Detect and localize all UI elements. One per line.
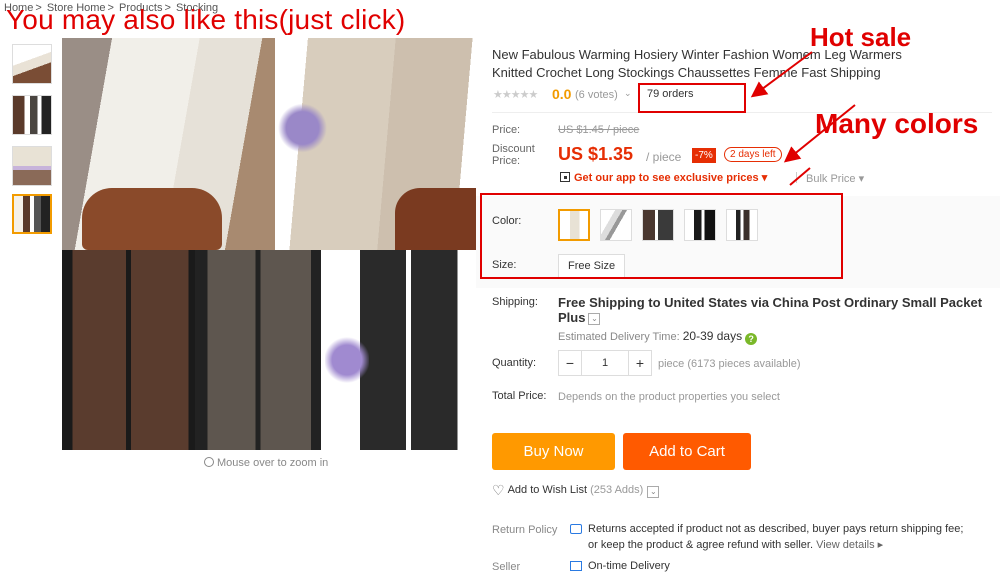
return-policy-label: Return Policy bbox=[492, 524, 558, 536]
quantity-label: Quantity: bbox=[492, 357, 537, 369]
quantity-available: piece (6173 pieces available) bbox=[658, 358, 801, 370]
arrow-many-colors-tail bbox=[789, 167, 811, 186]
estimated-delivery: Estimated Delivery Time: 20-39 days? bbox=[558, 329, 758, 345]
return-policy-text-2: or keep the product & agree refund with … bbox=[588, 539, 884, 551]
annotation-many-colors: Many colors bbox=[815, 108, 979, 139]
help-icon[interactable]: ? bbox=[745, 333, 758, 345]
buy-now-button[interactable]: Buy Now bbox=[492, 433, 615, 470]
on-time-delivery: On-time Delivery bbox=[588, 560, 670, 572]
return-policy-text: Returns accepted if product not as descr… bbox=[588, 523, 964, 535]
shipping-method[interactable]: Free Shipping to United States via China… bbox=[558, 295, 998, 325]
add-to-wishlist[interactable]: ♡ Add to Wish List (253 Adds) ⌄ bbox=[492, 482, 660, 499]
return-policy-icon bbox=[570, 524, 582, 534]
quantity-decrease-button[interactable]: − bbox=[559, 351, 582, 375]
chevron-down-icon[interactable]: ⌄ bbox=[588, 313, 601, 325]
view-details-link[interactable]: View details ▸ bbox=[816, 539, 883, 551]
quantity-increase-button[interactable]: + bbox=[628, 351, 651, 375]
annotation-hot-sale: Hot sale bbox=[810, 22, 912, 52]
shipping-label: Shipping: bbox=[492, 296, 538, 308]
heart-icon: ♡ bbox=[492, 482, 505, 498]
arrow-hot-sale bbox=[750, 51, 813, 98]
seller-label: Seller bbox=[492, 561, 521, 573]
quantity-stepper: − 1 + bbox=[558, 350, 652, 376]
total-price-value: Depends on the product properties you se… bbox=[558, 391, 780, 403]
chevron-down-icon[interactable]: ⌄ bbox=[647, 486, 660, 498]
total-price-label: Total Price: bbox=[492, 390, 547, 402]
quantity-input[interactable]: 1 bbox=[582, 351, 628, 375]
add-to-cart-button[interactable]: Add to Cart bbox=[623, 433, 751, 470]
